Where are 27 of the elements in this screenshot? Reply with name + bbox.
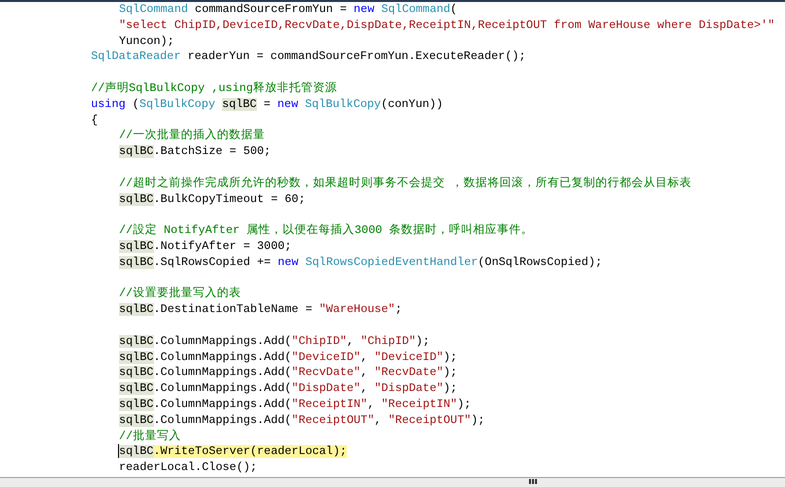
code-line: sqlBC.DestinationTableName = "WareHouse"; [119,302,402,318]
code-line: readerLocal.Close(); [119,460,258,476]
code-line: //批量写入 [119,428,181,444]
code-line: //超时之前操作完成所允许的秒数，如果超时则事务不会提交 ，数据将回滚，所有已复制的行都会从目标表 [119,176,692,192]
code-line: sqlBC.ColumnMappings.Add("ReceiptOUT", "ReceiptOUT"); [119,412,485,429]
code-line: //声明SqlBulkCopy ,using释放非托管资源 [91,80,338,97]
code-line: //设置要批量写入的表 [119,286,241,302]
code-line: sqlBC.SqlRowsCopied += new SqlRowsCopiedEventHandler(OnSqlRowsCopied); [119,254,602,271]
code-line: SqlCommand commandSourceFromYun = new SqlCommand( [119,2,458,18]
code-line: using (SqlBulkCopy sqlBC = new SqlBulkCopy(conYun)) [91,96,444,113]
code-line: sqlBC.NotifyAfter = 3000; [119,238,292,255]
code-line: //一次批量的插入的数据量 [119,128,265,144]
code-line: sqlBC.BatchSize = 500; [119,144,271,160]
code-line: sqlBC.ColumnMappings.Add("DeviceID", "DeviceID"); [119,350,458,366]
code-line: { [91,112,98,128]
code-line: "select ChipID,DeviceID,RecvDate,DispDate,ReceiptIN,ReceiptOUT from WareHouse where DispDate>'" [119,18,775,34]
code-line: sqlBC.ColumnMappings.Add("ReceiptIN", "ReceiptIN"); [119,396,472,413]
code-line: SqlDataReader readerYun = commandSourceFromYun.ExecuteReader(); [91,49,526,66]
code-line: Yuncon); [119,34,174,50]
horizontal-scrollbar[interactable] [0,477,785,487]
code-line: sqlBC.BulkCopyTimeout = 60; [119,192,306,208]
code-line: sqlBC.WriteToServer(readerLocal); [119,444,347,460]
code-line: sqlBC.ColumnMappings.Add("RecvDate", "RecvDate"); [119,365,458,382]
code-line: //設定 NotifyAfter 属性，以便在每插入3000 条数据时，呼叫相应事件。 [119,223,534,239]
grip-icon [528,479,536,484]
code-line: sqlBC.ColumnMappings.Add("DispDate", "DispDate"); [119,381,458,397]
code-line: sqlBC.ColumnMappings.Add("ChipID", "ChipID"); [119,334,430,350]
